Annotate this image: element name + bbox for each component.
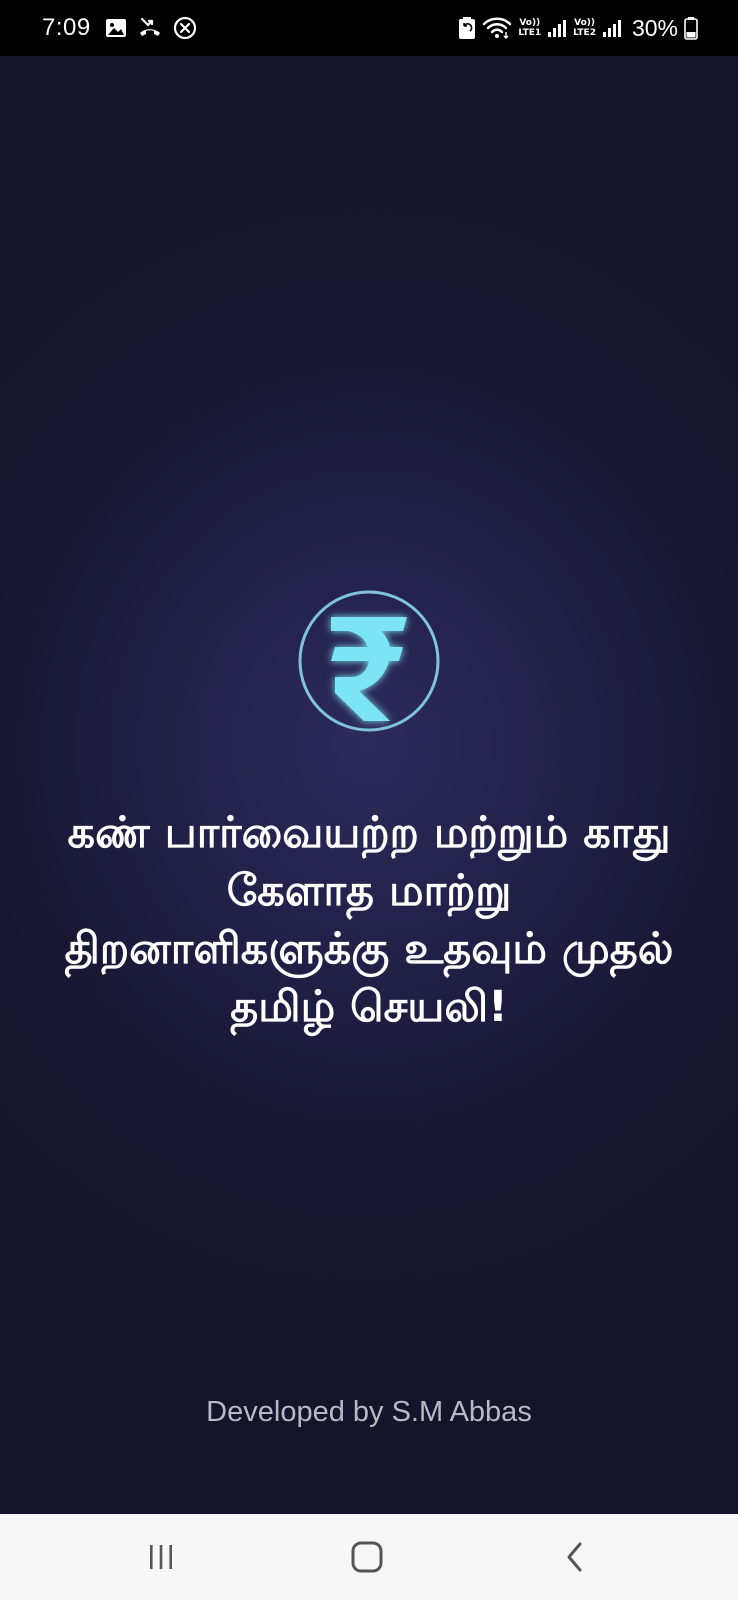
tagline: கண் பார்வையற்ற மற்றும் காது கேளாத மாற்று… [64,808,674,1032]
battery-percent: 30% [631,14,678,41]
app-logo [297,589,441,733]
signal-sim1-label: Vo)) LTE1 [518,18,541,38]
splash-content: கண் பார்வையற்ற மற்றும் காது கேளாத மாற்று… [0,56,738,1514]
splash-screen: 7:09 Vo)) LTE1 Vo)) LTE2 30% கண் பார்வைய… [0,0,738,1600]
battery-saver-icon [458,16,476,40]
blocked-icon [173,16,197,40]
sim1-volte-label: Vo)) [519,18,541,28]
battery-icon [684,16,698,40]
home-icon [351,1541,383,1573]
sim2-lte-label: LTE2 [573,28,596,38]
status-bar: 7:09 Vo)) LTE1 Vo)) LTE2 30% [0,0,738,56]
back-button[interactable] [515,1514,635,1600]
missed-call-icon [137,17,163,39]
signal-sim2-icon [602,17,622,39]
status-time: 7:09 [42,14,91,41]
status-right: Vo)) LTE1 Vo)) LTE2 30% [458,0,698,56]
sim1-lte-label: LTE1 [518,28,542,38]
wifi-icon [482,16,512,40]
status-left: 7:09 [42,0,197,56]
developer-credit: Developed by S.M Abbas [206,1396,532,1428]
signal-sim1-icon [547,17,567,39]
recents-button[interactable] [101,1514,221,1600]
signal-sim2-label: Vo)) LTE2 [573,18,596,38]
navigation-bar [0,1514,738,1600]
home-button[interactable] [307,1514,427,1600]
gallery-icon [105,17,127,39]
sim2-volte-label: Vo)) [574,18,595,28]
rupee-icon [298,590,440,732]
recents-icon [150,1545,172,1569]
back-icon [567,1542,582,1572]
